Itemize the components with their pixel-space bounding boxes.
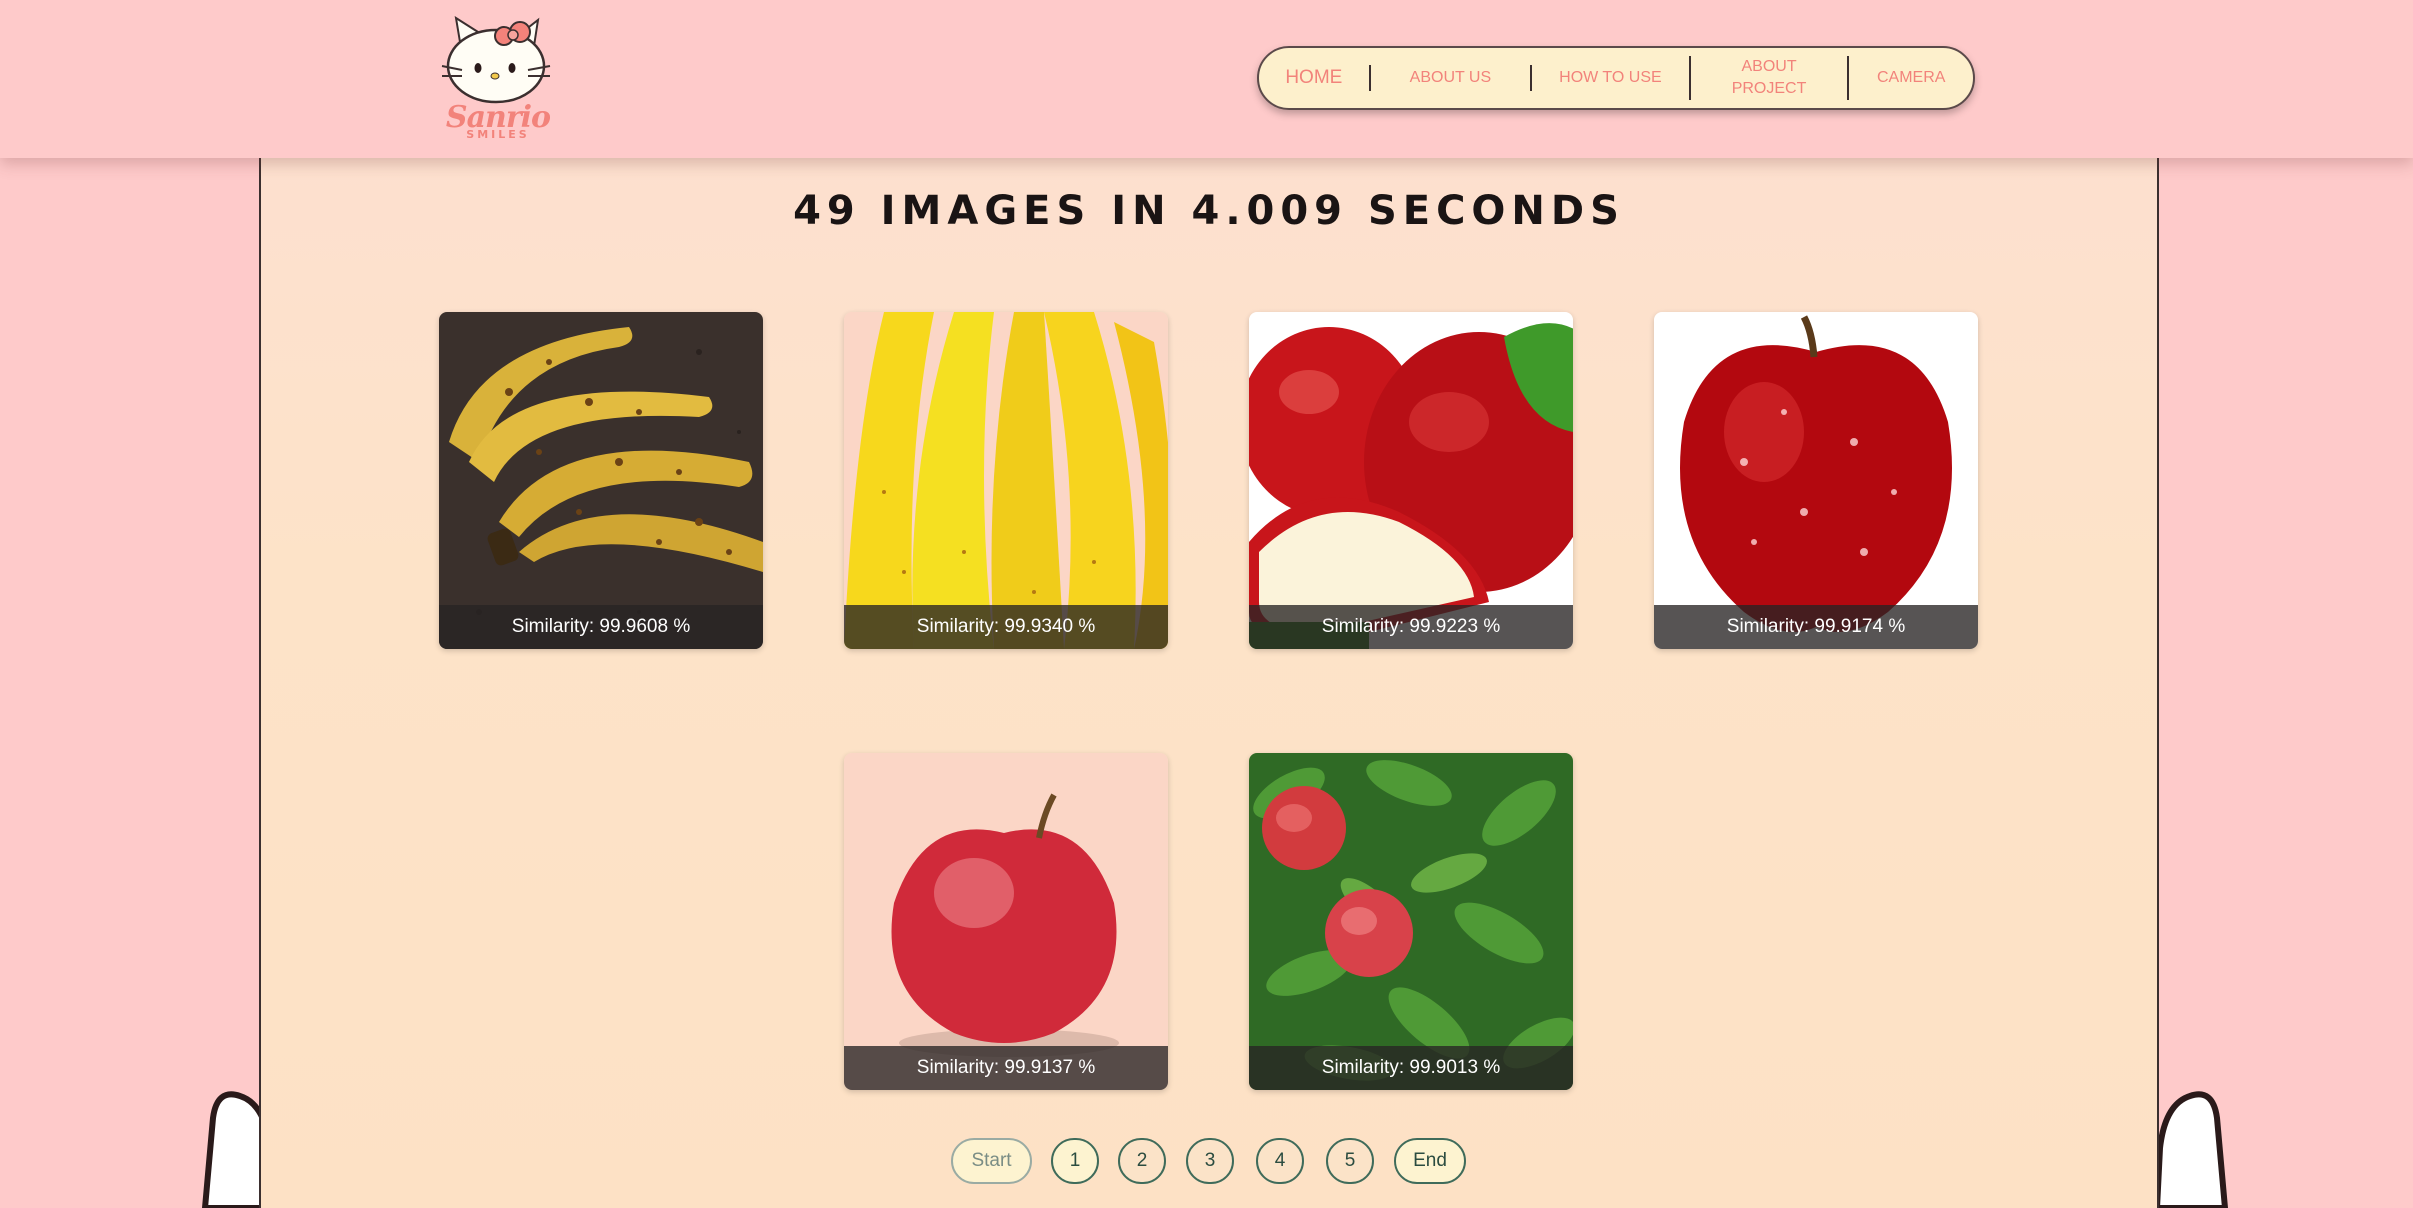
similarity-caption: Similarity: 99.9013 % [1249, 1046, 1573, 1090]
main-navigation: HOME ABOUT US HOW TO USE ABOUT PROJECT C… [1257, 46, 1975, 110]
wet-red-apple-image [1654, 312, 1978, 649]
similarity-caption: Similarity: 99.9174 % [1654, 605, 1978, 649]
overripe-bananas-image [439, 312, 763, 649]
pagination-page-4[interactable]: 4 [1256, 1138, 1304, 1184]
result-card[interactable]: Similarity: 99.9340 % [844, 312, 1168, 649]
logo-tagline: SMILES [466, 128, 530, 141]
result-card[interactable]: Similarity: 99.9013 % [1249, 753, 1573, 1090]
nav-camera[interactable]: CAMERA [1849, 67, 1973, 89]
apples-on-tree-image [1249, 753, 1573, 1090]
red-apple-image [844, 753, 1168, 1090]
nav-home[interactable]: HOME [1259, 67, 1369, 89]
nav-about-us[interactable]: ABOUT US [1371, 67, 1531, 89]
pagination: Start 1 2 3 4 5 End [0, 1138, 2413, 1186]
site-header: Sanrio SMILES HOME ABOUT US HOW TO USE A… [0, 0, 2413, 158]
nav-about-project[interactable]: ABOUT PROJECT [1691, 56, 1848, 100]
result-card[interactable]: Similarity: 99.9608 % [439, 312, 763, 649]
similarity-caption: Similarity: 99.9340 % [844, 605, 1168, 649]
pagination-page-1[interactable]: 1 [1051, 1138, 1099, 1184]
result-card[interactable]: Similarity: 99.9223 % [1249, 312, 1573, 649]
site-logo[interactable]: Sanrio SMILES [438, 15, 558, 142]
results-title: 49 IMAGES IN 4.009 SECONDS [793, 188, 1625, 234]
nav-how-to-use[interactable]: HOW TO USE [1532, 67, 1689, 89]
pagination-page-3[interactable]: 3 [1186, 1138, 1234, 1184]
pagination-start-button[interactable]: Start [951, 1138, 1032, 1184]
result-card[interactable]: Similarity: 99.9174 % [1654, 312, 1978, 649]
pagination-page-2[interactable]: 2 [1118, 1138, 1166, 1184]
yellow-bananas-image [844, 312, 1168, 649]
pagination-end-button[interactable]: End [1394, 1138, 1466, 1184]
pagination-page-5[interactable]: 5 [1326, 1138, 1374, 1184]
similarity-caption: Similarity: 99.9137 % [844, 1046, 1168, 1090]
similarity-caption: Similarity: 99.9608 % [439, 605, 763, 649]
hello-kitty-icon [441, 15, 551, 104]
similarity-caption: Similarity: 99.9223 % [1249, 605, 1573, 649]
red-apples-slice-image [1249, 312, 1573, 649]
result-card[interactable]: Similarity: 99.9137 % [844, 753, 1168, 1090]
